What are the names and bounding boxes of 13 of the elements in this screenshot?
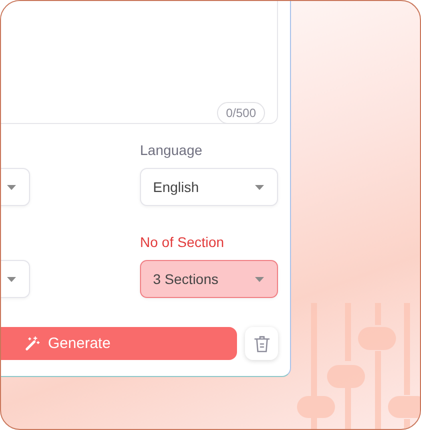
field-label: Language	[140, 142, 204, 158]
caret-icon	[255, 276, 264, 282]
field-label: No of Section	[140, 234, 226, 250]
delete-button[interactable]	[245, 327, 278, 360]
caret-icon	[7, 276, 16, 282]
magic-wand-icon	[25, 336, 40, 351]
select-field[interactable]: English	[140, 168, 278, 206]
trash-icon	[254, 334, 270, 352]
caret-icon	[7, 184, 16, 190]
select-field[interactable]: 3 Sections	[140, 260, 278, 298]
description-textarea[interactable]: 0/500	[1, 1, 278, 124]
caret-icon	[255, 184, 264, 190]
character-counter: 0/500	[216, 102, 265, 124]
